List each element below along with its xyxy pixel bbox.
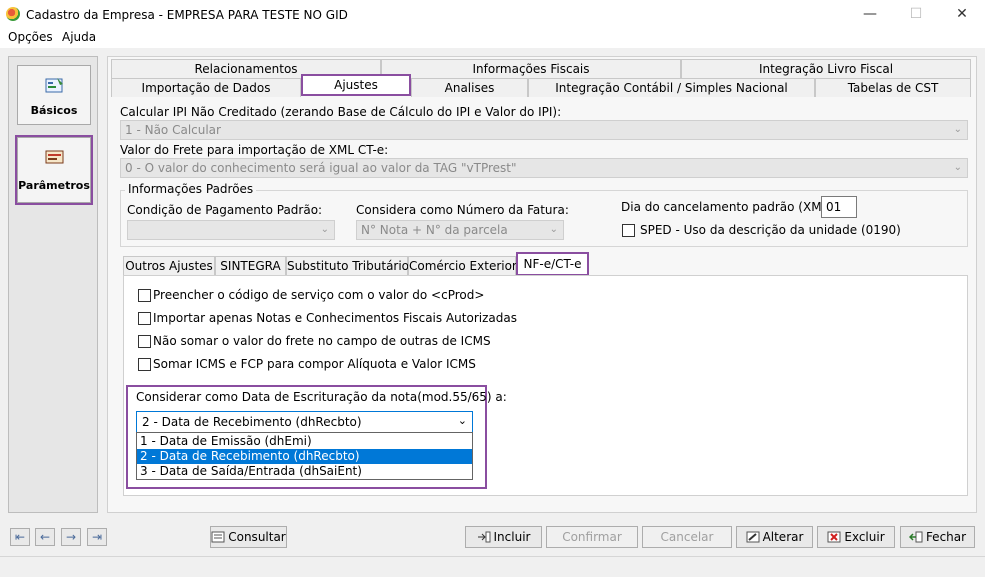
status-bar <box>0 556 985 577</box>
check-codigo-servico-label: Preencher o código de serviço com o valo… <box>153 288 485 302</box>
tab-analises[interactable]: Analises <box>411 78 528 97</box>
next-icon[interactable]: → <box>61 528 81 546</box>
sidebar-item-label: Básicos <box>30 104 78 117</box>
sped-checkbox[interactable] <box>622 224 635 237</box>
tab-informacoes-fiscais[interactable]: Informações Fiscais <box>381 59 681 78</box>
main-panel: Relacionamentos Informações Fiscais Inte… <box>107 56 977 513</box>
subtab-outros-ajustes[interactable]: Outros Ajustes <box>123 256 215 276</box>
escrituracao-option-2[interactable]: 2 - Data de Recebimento (dhRecbto) <box>137 449 472 464</box>
first-icon[interactable]: ⇤ <box>10 528 30 546</box>
check-icms-fcp[interactable] <box>138 358 151 371</box>
excluir-label: Excluir <box>844 530 885 544</box>
fechar-button[interactable]: Fechar <box>900 526 975 548</box>
chevron-down-icon: ⌄ <box>320 224 329 235</box>
menu-bar: Opções Ajuda <box>0 30 985 48</box>
excluir-icon <box>827 531 841 543</box>
incluir-label: Incluir <box>493 530 531 544</box>
confirmar-label: Confirmar <box>562 530 622 544</box>
window-title: Cadastro da Empresa - EMPRESA PARA TESTE… <box>26 8 348 22</box>
escrituracao-select[interactable]: 2 - Data de Recebimento (dhRecbto) ⌄ <box>136 411 473 433</box>
sped-label: SPED - Uso da descrição da unidade (0190… <box>640 223 901 237</box>
check-notas-autorizadas[interactable] <box>138 312 151 325</box>
sidebar-item-label: Parâmetros <box>18 179 90 192</box>
tab-integracao-contabil[interactable]: Integração Contábil / Simples Nacional <box>528 78 815 97</box>
tab-ajustes[interactable]: Ajustes <box>301 74 411 96</box>
escrituracao-dropdown: 1 - Data de Emissão (dhEmi) 2 - Data de … <box>136 432 473 480</box>
check-codigo-servico[interactable] <box>138 289 151 302</box>
cancelar-button[interactable]: Cancelar <box>642 526 732 548</box>
num-fatura-label: Considera como Número da Fatura: <box>356 203 569 217</box>
incluir-icon <box>477 531 491 543</box>
chevron-down-icon: ⌄ <box>457 414 467 427</box>
fechar-icon <box>908 531 923 543</box>
minimize-icon[interactable]: — <box>847 0 893 30</box>
escrituracao-select-value: 2 - Data de Recebimento (dhRecbto) <box>142 415 362 429</box>
check-frete-outras[interactable] <box>138 335 151 348</box>
escrituracao-option-1[interactable]: 1 - Data de Emissão (dhEmi) <box>137 434 472 449</box>
menu-ajuda[interactable]: Ajuda <box>62 30 96 44</box>
cond-pag-select[interactable]: ⌄ <box>127 220 335 240</box>
maximize-icon[interactable]: ☐ <box>893 0 939 30</box>
cancelar-label: Cancelar <box>660 530 714 544</box>
consultar-label: Consultar <box>228 530 286 544</box>
escrituracao-option-3[interactable]: 3 - Data de Saída/Entrada (dhSaiEnt) <box>137 464 472 479</box>
alterar-button[interactable]: Alterar <box>736 526 813 548</box>
consultar-button[interactable]: Consultar <box>210 526 287 548</box>
sidebar: Básicos Parâmetros <box>8 56 98 513</box>
escrituracao-label: Considerar como Data de Escrituração da … <box>136 390 507 404</box>
basicos-icon <box>45 78 63 93</box>
ipi-select[interactable]: 1 - Não Calcular ⌄ <box>120 120 968 140</box>
tab-importacao-dados[interactable]: Importação de Dados <box>111 78 301 97</box>
subtab-substituto-tributario[interactable]: Substituto Tributário <box>286 256 409 276</box>
frete-label: Valor do Frete para importação de XML CT… <box>120 143 389 157</box>
tab-tabelas-cst[interactable]: Tabelas de CST <box>815 78 971 97</box>
alterar-label: Alterar <box>762 530 804 544</box>
check-icms-fcp-label: Somar ICMS e FCP para compor Alíquota e … <box>153 357 476 371</box>
close-icon[interactable]: ✕ <box>939 0 985 30</box>
subtab-sintegra[interactable]: SINTEGRA <box>215 256 286 276</box>
menu-opcoes[interactable]: Opções <box>8 30 53 44</box>
ipi-select-value: 1 - Não Calcular <box>125 123 221 137</box>
incluir-button[interactable]: Incluir <box>465 526 542 548</box>
chevron-down-icon: ⌄ <box>953 162 962 173</box>
frete-select[interactable]: 0 - O valor do conhecimento será igual a… <box>120 158 968 178</box>
parametros-icon <box>45 150 64 164</box>
dia-cancel-input[interactable]: 01 <box>821 196 857 218</box>
num-fatura-value: N° Nota + N° da parcela <box>361 223 508 237</box>
title-bar: Cadastro da Empresa - EMPRESA PARA TESTE… <box>0 0 985 30</box>
frete-select-value: 0 - O valor do conhecimento será igual a… <box>125 161 517 175</box>
excluir-button[interactable]: Excluir <box>817 526 895 548</box>
fechar-label: Fechar <box>925 530 967 544</box>
prev-icon[interactable]: ← <box>35 528 55 546</box>
cond-pag-label: Condição de Pagamento Padrão: <box>127 203 323 217</box>
num-fatura-select[interactable]: N° Nota + N° da parcela ⌄ <box>356 220 564 240</box>
sidebar-item-basicos[interactable]: Básicos <box>17 65 91 125</box>
consultar-icon <box>211 531 225 543</box>
app-icon <box>6 7 20 21</box>
check-frete-outras-label: Não somar o valor do frete no campo de o… <box>153 334 491 348</box>
subtab-nfe-cte[interactable]: NF-e/CT-e <box>516 252 589 276</box>
chevron-down-icon: ⌄ <box>549 224 558 235</box>
tab-integracao-livro-fiscal[interactable]: Integração Livro Fiscal <box>681 59 971 78</box>
chevron-down-icon: ⌄ <box>953 124 962 135</box>
info-padroes-legend: Informações Padrões <box>125 182 257 196</box>
alterar-icon <box>746 531 760 543</box>
subtab-comercio-exterior[interactable]: Comércio Exterior <box>408 256 517 276</box>
confirmar-button[interactable]: Confirmar <box>546 526 638 548</box>
last-icon[interactable]: ⇥ <box>87 528 107 546</box>
sidebar-item-parametros[interactable]: Parâmetros <box>15 135 93 205</box>
dia-cancel-label: Dia do cancelamento padrão (XML): <box>621 200 837 214</box>
check-notas-autorizadas-label: Importar apenas Notas e Conhecimentos Fi… <box>153 311 517 325</box>
ipi-label: Calcular IPI Não Creditado (zerando Base… <box>120 105 562 119</box>
